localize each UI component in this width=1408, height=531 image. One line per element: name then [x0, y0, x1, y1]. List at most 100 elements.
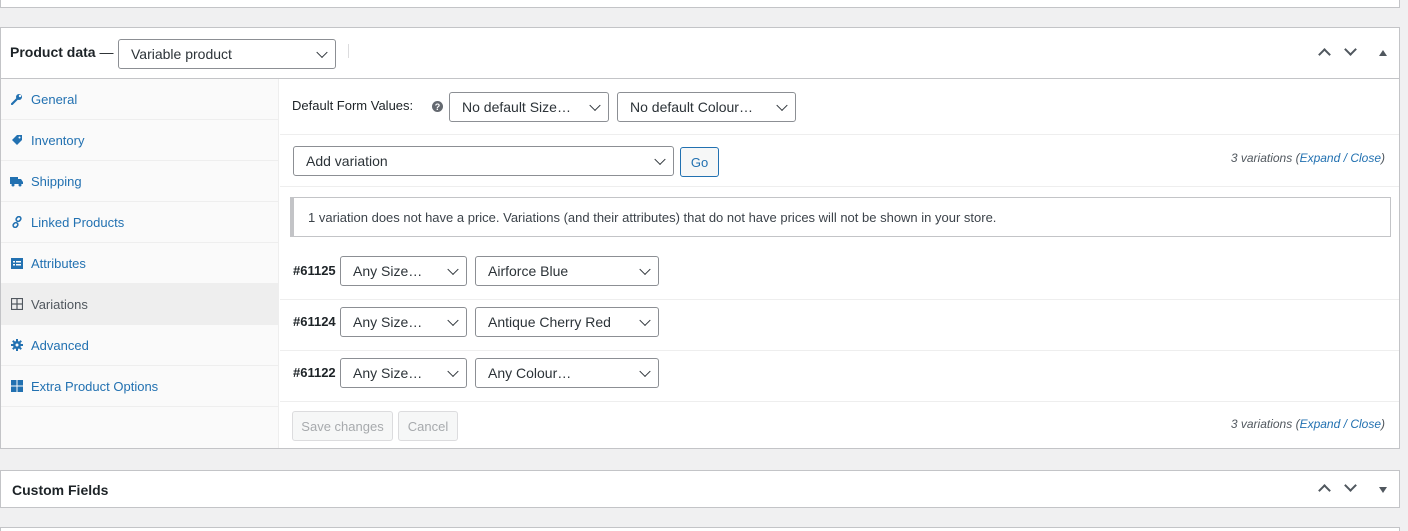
product-type-select[interactable]: Variable product	[118, 39, 336, 69]
tab-label: Shipping	[31, 173, 82, 189]
triangle-up-icon	[1379, 50, 1387, 56]
variations-panel: Default Form Values: ? No default Size… …	[280, 79, 1399, 448]
variation-id: #61122	[293, 365, 336, 380]
variation-size-value: Any Size…	[353, 263, 423, 279]
variation-colour-value: Antique Cherry Red	[488, 314, 611, 330]
tab-label: Linked Products	[31, 214, 125, 230]
tab-linked-products[interactable]: Linked Products	[1, 202, 278, 243]
list-card-icon	[10, 257, 23, 270]
variation-row[interactable]: #61124 Any Size… Antique Cherry Red	[280, 300, 1399, 351]
product-data-panel: Product data — Variable product General …	[0, 27, 1400, 449]
variation-count-text: 3 variations	[1230, 417, 1293, 431]
variation-size-value: Any Size…	[353, 314, 423, 330]
tab-extra-product-options[interactable]: Extra Product Options	[1, 366, 278, 407]
price-notice-text: 1 variation does not have a price. Varia…	[308, 209, 997, 225]
toggle-panel-button[interactable]	[1379, 487, 1393, 501]
variation-count-top: 3 variations (Expand / Close)	[1230, 151, 1385, 165]
product-data-header: Product data — Variable product	[1, 28, 1399, 79]
variations-footer: Save changes Cancel 3 variations (Expand…	[280, 400, 1399, 448]
tab-shipping[interactable]: Shipping	[1, 161, 278, 202]
tab-general[interactable]: General	[1, 79, 278, 120]
next-panel-edge	[0, 527, 1400, 531]
move-down-button[interactable]	[1344, 479, 1360, 495]
custom-fields-title: Custom Fields	[12, 482, 109, 498]
expand-link[interactable]: Expand	[1300, 151, 1341, 165]
variation-size-select[interactable]: Any Size…	[340, 358, 467, 388]
variation-colour-select[interactable]: Airforce Blue	[475, 256, 659, 286]
chevron-down-icon	[639, 365, 651, 378]
variation-colour-value: Any Colour…	[488, 365, 572, 381]
variation-row[interactable]: #61125 Any Size… Airforce Blue	[280, 249, 1399, 300]
close-link[interactable]: Close	[1350, 417, 1381, 431]
chevron-down-icon	[776, 99, 788, 112]
tab-label: Inventory	[31, 132, 85, 148]
move-down-button[interactable]	[1344, 43, 1360, 59]
save-changes-button[interactable]: Save changes	[292, 411, 393, 441]
grid-icon	[10, 298, 23, 311]
tab-variations[interactable]: Variations	[1, 284, 278, 325]
product-type-value: Variable product	[131, 46, 232, 62]
variation-size-value: Any Size…	[353, 365, 423, 381]
cancel-button[interactable]: Cancel	[398, 411, 458, 441]
variation-id: #61125	[293, 263, 336, 278]
chevron-down-icon	[639, 263, 651, 276]
variation-row[interactable]: #61122 Any Size… Any Colour…	[280, 351, 1399, 402]
header-separator	[348, 44, 349, 58]
tab-label: Variations	[31, 296, 88, 312]
truck-icon	[10, 175, 23, 188]
default-size-value: No default Size…	[462, 99, 571, 115]
toggle-panel-button[interactable]	[1379, 50, 1393, 64]
expand-close-separator: /	[1343, 151, 1347, 165]
move-up-button[interactable]	[1318, 48, 1334, 64]
close-link[interactable]: Close	[1350, 151, 1381, 165]
chevron-down-icon	[447, 314, 459, 327]
chevron-down-icon	[639, 314, 651, 327]
variation-id: #61124	[293, 314, 336, 329]
windows-icon	[10, 380, 23, 393]
link-icon	[10, 216, 23, 229]
triangle-down-icon	[1379, 487, 1387, 493]
product-data-tabs: General Inventory Shipping Linked Produc…	[1, 79, 279, 448]
panel-title-dash: —	[99, 44, 114, 60]
tab-label: Extra Product Options	[31, 378, 159, 394]
variation-count-text: 3 variations	[1230, 151, 1293, 165]
tab-inventory[interactable]: Inventory	[1, 120, 278, 161]
chevron-down-icon	[1344, 479, 1357, 492]
chevron-down-icon	[447, 263, 459, 276]
variation-size-select[interactable]: Any Size…	[340, 307, 467, 337]
panel-title: Product data —	[10, 44, 113, 60]
tab-label: General	[31, 91, 78, 107]
panel-title-text: Product data	[10, 44, 96, 60]
chevron-down-icon	[589, 99, 601, 112]
chevron-up-icon	[1318, 48, 1331, 61]
go-button[interactable]: Go	[680, 147, 719, 177]
move-up-button[interactable]	[1318, 484, 1334, 500]
chevron-down-icon	[1344, 43, 1357, 56]
variation-action-select[interactable]: Add variation	[293, 146, 674, 176]
default-form-values-label: Default Form Values:	[292, 98, 414, 113]
chevron-down-icon	[447, 365, 459, 378]
variation-colour-select[interactable]: Antique Cherry Red	[475, 307, 659, 337]
default-size-select[interactable]: No default Size…	[449, 92, 609, 122]
help-icon[interactable]: ?	[432, 101, 443, 112]
wrench-icon	[10, 93, 23, 106]
variation-count-bottom: 3 variations (Expand / Close)	[1230, 417, 1385, 431]
chevron-down-icon	[654, 153, 666, 166]
previous-panel-edge	[0, 0, 1400, 8]
custom-fields-panel: Custom Fields	[0, 470, 1400, 508]
variation-action-value: Add variation	[306, 153, 388, 169]
default-colour-select[interactable]: No default Colour…	[617, 92, 796, 122]
expand-link[interactable]: Expand	[1300, 417, 1341, 431]
tab-attributes[interactable]: Attributes	[1, 243, 278, 284]
add-variation-row: Add variation Go 3 variations (Expand / …	[280, 135, 1399, 187]
variation-size-select[interactable]: Any Size…	[340, 256, 467, 286]
gear-icon	[10, 339, 23, 352]
tab-advanced[interactable]: Advanced	[1, 325, 278, 366]
default-form-values-row: Default Form Values: ? No default Size… …	[280, 79, 1399, 135]
expand-close-separator: /	[1343, 417, 1347, 431]
variation-colour-value: Airforce Blue	[488, 263, 569, 279]
chevron-down-icon	[316, 46, 328, 59]
default-colour-value: No default Colour…	[630, 99, 753, 115]
chevron-up-icon	[1318, 484, 1331, 497]
variation-colour-select[interactable]: Any Colour…	[475, 358, 659, 388]
